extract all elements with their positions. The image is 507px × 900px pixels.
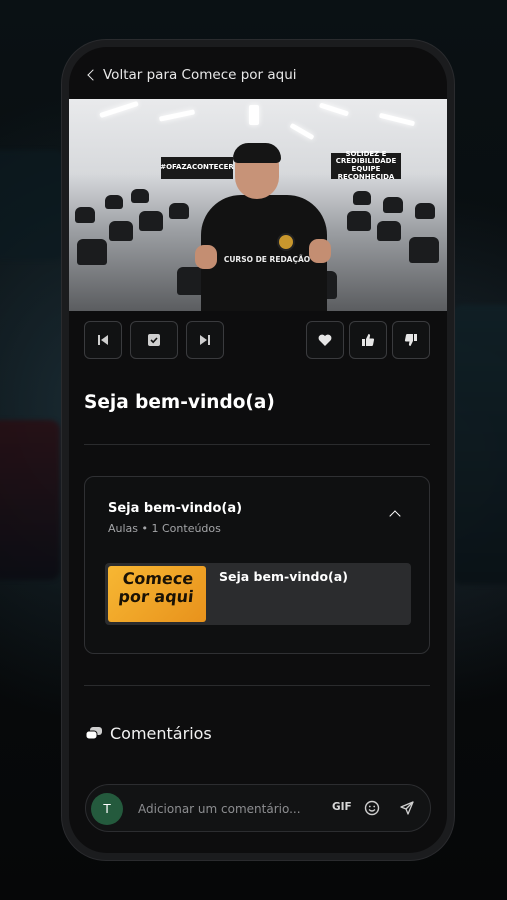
presenter-hair (233, 143, 281, 163)
comments-heading: Comentários (86, 724, 212, 743)
previous-button[interactable] (84, 321, 122, 359)
dislike-button[interactable] (392, 321, 430, 359)
chair (75, 207, 95, 223)
thumbs-up-icon (362, 333, 375, 346)
heart-icon (318, 334, 332, 346)
module-subtitle: Aulas • 1 Conteúdos (108, 522, 221, 535)
thumbs-down-icon (404, 334, 417, 347)
gif-button[interactable]: GIF (332, 801, 352, 813)
video-player[interactable]: #OFAZACONTECER SOLIDEZ E CREDIBILIDADE E… (69, 99, 447, 311)
lesson-title: Seja bem-vindo(a) (84, 392, 275, 413)
ceiling-light (158, 109, 196, 122)
back-link-label: Voltar para Comece por aqui (103, 67, 297, 83)
thumbnail-text: Comece por aqui (117, 569, 195, 606)
skip-previous-icon (98, 335, 108, 345)
backdrop-panel (452, 305, 507, 585)
chair (105, 195, 123, 209)
shirt-text: CURSO DE REDAÇÃO (223, 255, 311, 264)
chair (169, 203, 189, 219)
comments-heading-label: Comentários (110, 724, 212, 743)
shirt-badge (277, 233, 295, 251)
comment-composer: T GIF (85, 784, 431, 832)
ceiling-light (99, 100, 139, 119)
favorite-button[interactable] (306, 321, 344, 359)
chevron-up-icon[interactable] (389, 510, 401, 522)
chat-bubbles-icon (86, 726, 102, 739)
presenter-fist (195, 245, 217, 269)
ceiling-light (249, 105, 259, 125)
chair (139, 211, 163, 231)
chair (77, 239, 107, 265)
next-button[interactable] (186, 321, 224, 359)
check-square-icon (148, 334, 160, 346)
skip-next-icon (200, 335, 210, 345)
module-title: Seja bem-vindo(a) (108, 501, 243, 516)
module-card: Seja bem-vindo(a) Aulas • 1 Conteúdos Co… (84, 476, 430, 654)
chair (347, 211, 371, 231)
divider (84, 685, 430, 686)
chair (415, 203, 435, 219)
app-screen: Voltar para Comece por aqui #OFAZACONTEC… (69, 47, 447, 853)
chair (109, 221, 133, 241)
divider (84, 444, 430, 445)
chevron-left-icon (87, 69, 99, 81)
avatar: T (91, 793, 123, 825)
emoji-icon[interactable] (364, 800, 380, 816)
backdrop-panel (0, 150, 65, 260)
send-icon[interactable] (399, 800, 415, 816)
wall-banner: SOLIDEZ E CREDIBILIDADE EQUIPE RECONHECI… (331, 150, 401, 181)
mark-complete-button[interactable] (130, 321, 178, 359)
presenter-fist (309, 239, 331, 263)
phone-frame: Voltar para Comece por aqui #OFAZACONTEC… (62, 40, 454, 860)
lesson-thumbnail: Comece por aqui (108, 566, 206, 622)
ceiling-light (318, 102, 350, 117)
chair (409, 237, 439, 263)
lesson-item-title: Seja bem-vindo(a) (219, 569, 348, 584)
lesson-item[interactable]: Comece por aqui Seja bem-vindo(a) (105, 563, 411, 625)
backdrop-panel (0, 420, 60, 580)
chair (377, 221, 401, 241)
ceiling-light (378, 112, 416, 127)
chair (383, 197, 403, 213)
presenter: CURSO DE REDAÇÃO (193, 143, 335, 311)
ceiling-light (289, 122, 315, 141)
chair (131, 189, 149, 203)
chair (353, 191, 371, 205)
like-button[interactable] (349, 321, 387, 359)
comment-input[interactable] (138, 799, 316, 819)
back-link[interactable]: Voltar para Comece por aqui (87, 65, 297, 85)
